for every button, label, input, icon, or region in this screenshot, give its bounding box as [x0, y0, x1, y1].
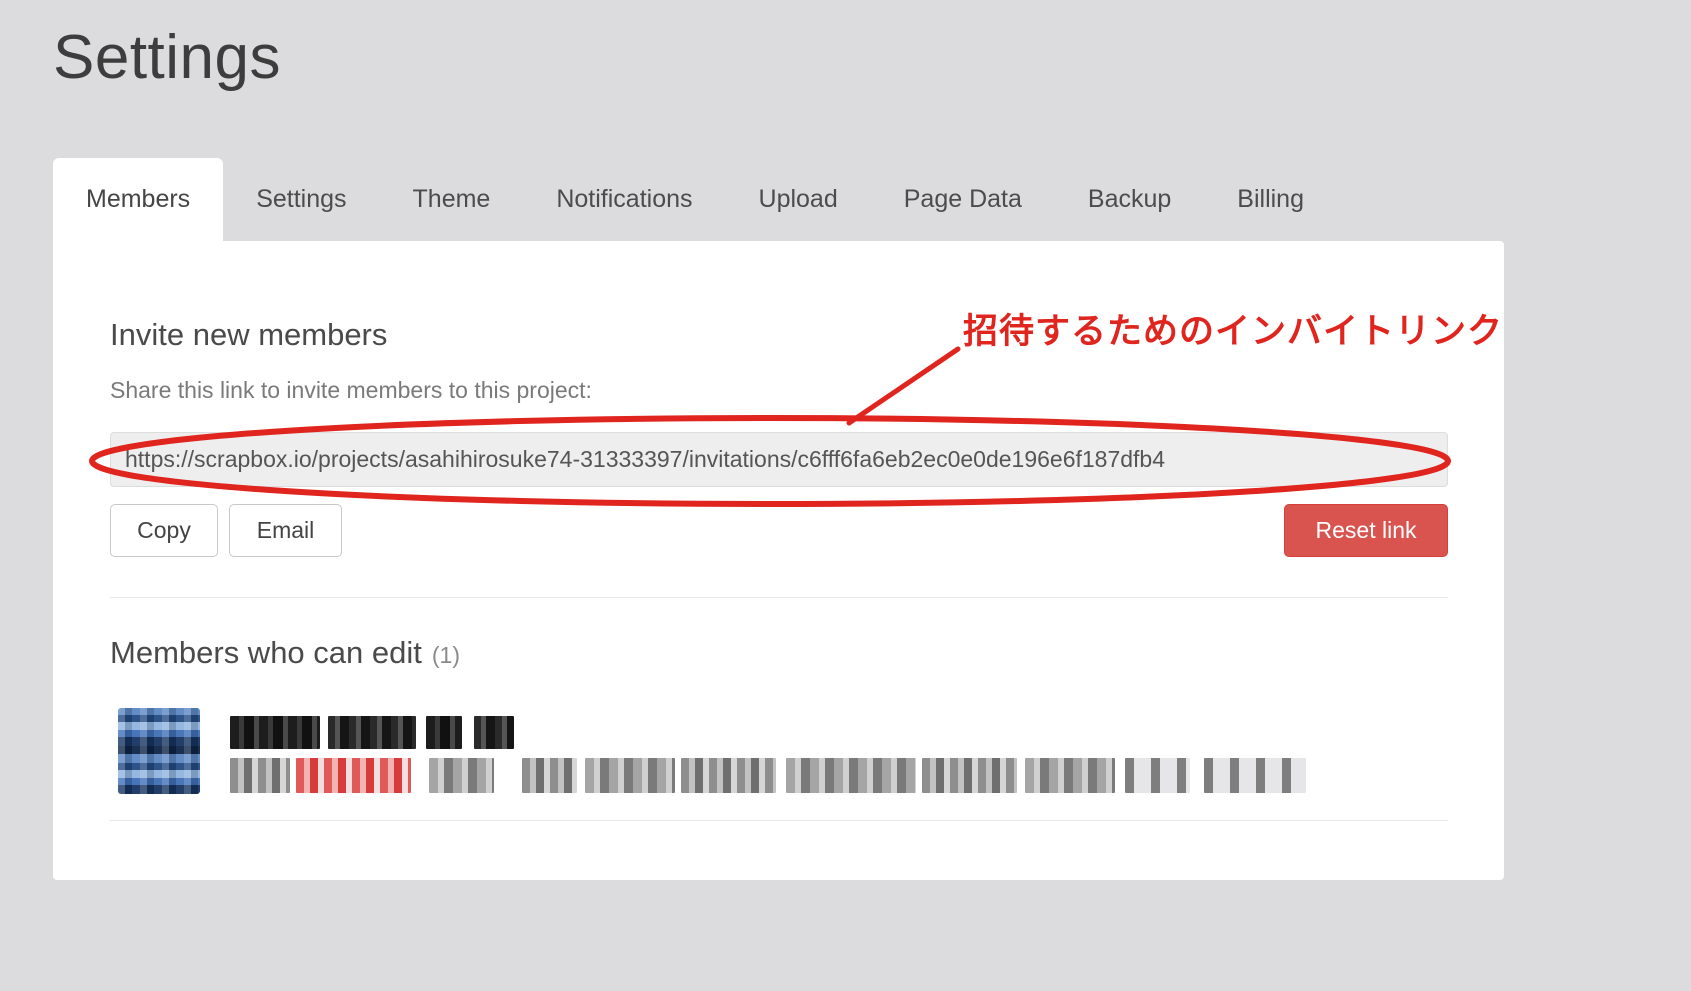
email-button[interactable]: Email [229, 504, 342, 557]
redacted-block [681, 758, 776, 793]
tab-theme[interactable]: Theme [380, 158, 524, 241]
tab-page-data[interactable]: Page Data [871, 158, 1055, 241]
tab-settings[interactable]: Settings [223, 158, 379, 241]
redacted-block [1125, 758, 1190, 793]
members-heading-label: Members who can edit [110, 635, 422, 670]
invite-link-description: Share this link to invite members to thi… [110, 377, 592, 404]
redacted-block [296, 758, 411, 793]
member-row-divider [110, 820, 1448, 821]
redacted-block [522, 758, 577, 793]
tab-members[interactable]: Members [53, 158, 223, 241]
redacted-block [230, 758, 290, 793]
redacted-block [922, 758, 1017, 793]
redacted-block [1025, 758, 1115, 793]
settings-tab-bar: Members Settings Theme Notifications Upl… [53, 158, 1337, 241]
tab-backup[interactable]: Backup [1055, 158, 1204, 241]
tab-upload[interactable]: Upload [726, 158, 871, 241]
invite-section-heading: Invite new members [110, 317, 387, 353]
redacted-block [230, 716, 320, 749]
member-name-redacted [230, 716, 514, 749]
members-settings-panel: Invite new members Share this link to in… [53, 241, 1504, 880]
invite-link-input[interactable] [110, 432, 1448, 487]
tab-billing[interactable]: Billing [1204, 158, 1337, 241]
tab-notifications[interactable]: Notifications [523, 158, 725, 241]
redacted-block [1204, 758, 1306, 793]
redacted-block [786, 758, 916, 793]
redacted-block [328, 716, 416, 749]
members-section-heading: Members who can edit (1) [110, 635, 460, 671]
redacted-block [429, 758, 494, 793]
page-title: Settings [53, 22, 281, 93]
reset-link-button[interactable]: Reset link [1284, 504, 1448, 557]
section-divider [110, 597, 1448, 598]
copy-button[interactable]: Copy [110, 504, 218, 557]
member-avatar [118, 708, 200, 794]
redacted-block [426, 716, 462, 749]
redacted-block [585, 758, 675, 793]
members-count-badge: (1) [432, 642, 460, 668]
member-detail-redacted [230, 758, 1306, 793]
redacted-block [474, 716, 514, 749]
